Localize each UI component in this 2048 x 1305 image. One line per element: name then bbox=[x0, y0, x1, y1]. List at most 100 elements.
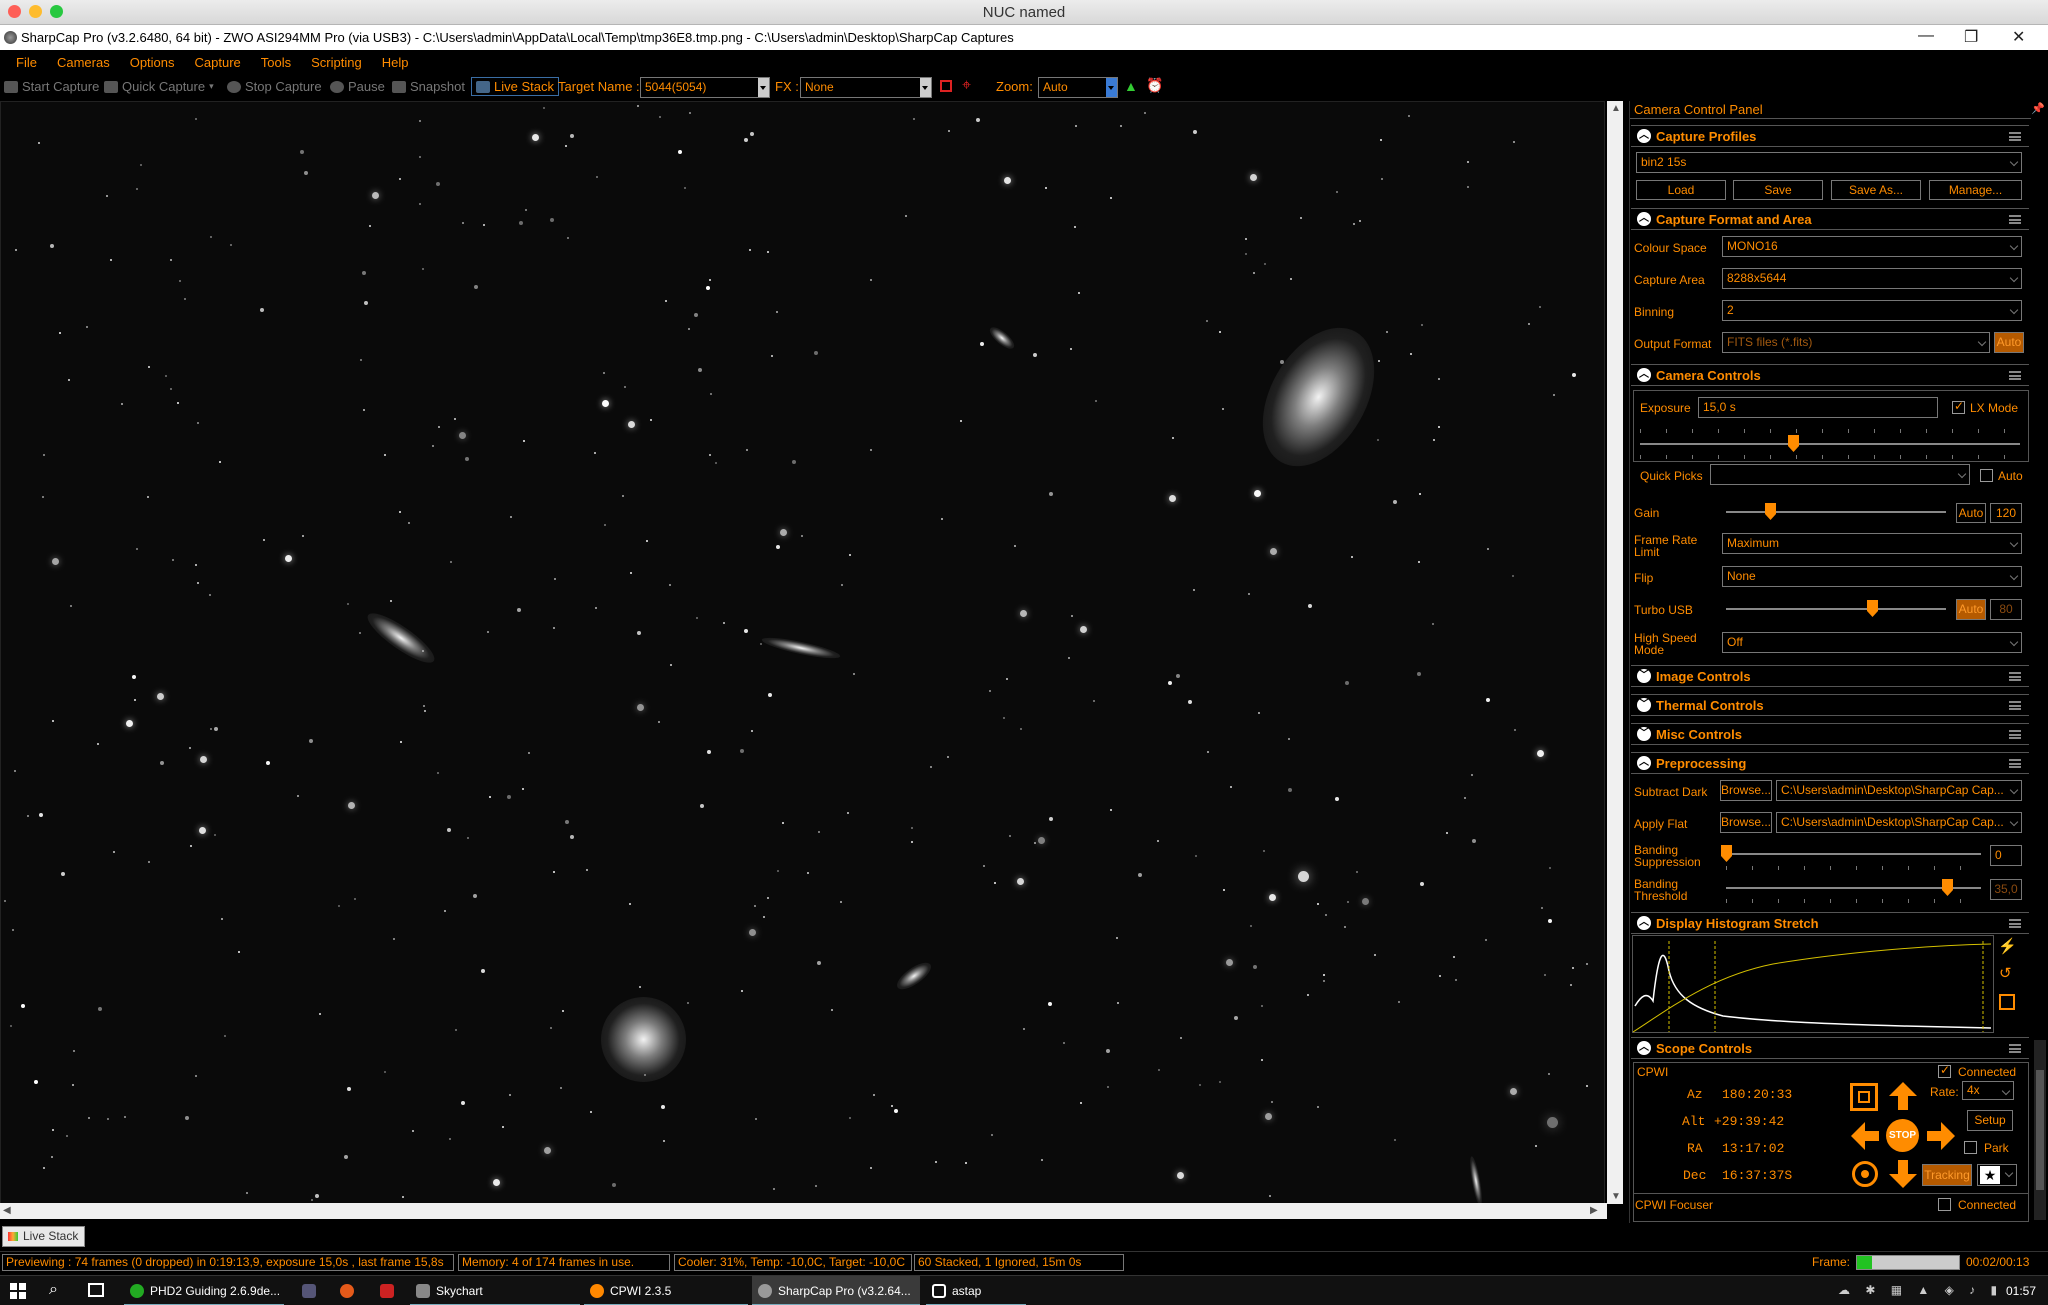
menu-tools[interactable]: Tools bbox=[261, 55, 291, 70]
grip-icon[interactable] bbox=[2009, 1044, 2021, 1053]
target-name-input[interactable]: 5044(5054) bbox=[640, 77, 770, 98]
browse-flat-button[interactable]: Browse... bbox=[1720, 812, 1772, 833]
horizontal-scrollbar[interactable]: ◀ ▶ bbox=[0, 1203, 1607, 1219]
grip-icon[interactable] bbox=[2009, 215, 2021, 224]
menu-file[interactable]: File bbox=[16, 55, 37, 70]
system-tray-icons[interactable]: ☁ ✱ ▦ ▲ ◈ ♪ ▮ bbox=[1838, 1283, 2003, 1297]
menu-options[interactable]: Options bbox=[130, 55, 175, 70]
flip-select[interactable]: None bbox=[1722, 566, 2022, 587]
banding-threshold-value[interactable]: 35,0 bbox=[1990, 879, 2022, 900]
grip-icon[interactable] bbox=[2009, 132, 2021, 141]
section-camera-controls[interactable]: ︿ Camera Controls bbox=[1631, 364, 2029, 386]
capture-area-select[interactable]: 8288x5644 bbox=[1722, 268, 2022, 289]
lx-mode-checkbox[interactable] bbox=[1952, 399, 1965, 414]
section-preprocessing[interactable]: ︿ Preprocessing bbox=[1631, 752, 2029, 774]
taskbar-app-icon[interactable] bbox=[296, 1276, 320, 1305]
chevron-down-icon[interactable] bbox=[920, 78, 931, 97]
grip-icon[interactable] bbox=[2009, 919, 2021, 928]
reset-icon[interactable]: ↺ bbox=[1999, 964, 2012, 982]
alarm-icon[interactable]: ⏰ bbox=[1146, 77, 1163, 94]
live-stack-button[interactable]: Live Stack bbox=[471, 77, 559, 96]
fx-select[interactable]: None bbox=[800, 77, 932, 98]
gain-auto-button[interactable]: Auto bbox=[1956, 503, 1986, 523]
menu-scripting[interactable]: Scripting bbox=[311, 55, 362, 70]
quick-picks-select[interactable] bbox=[1710, 464, 1970, 485]
binning-select[interactable]: 2 bbox=[1722, 300, 2022, 321]
gain-value-input[interactable]: 120 bbox=[1990, 503, 2022, 523]
taskbar-skychart[interactable]: Skychart bbox=[410, 1276, 580, 1305]
save-as-profile-button[interactable]: Save As... bbox=[1831, 180, 1921, 200]
expand-icon[interactable]: ﹀ bbox=[1637, 727, 1651, 741]
section-capture-profiles[interactable]: ︿ Capture Profiles bbox=[1631, 125, 2029, 147]
load-profile-button[interactable]: Load bbox=[1636, 180, 1726, 200]
close-icon[interactable]: ✕ bbox=[2012, 27, 2025, 47]
turbo-usb-slider[interactable] bbox=[1726, 608, 1946, 610]
taskbar-asi[interactable] bbox=[374, 1276, 398, 1305]
grip-icon[interactable] bbox=[2009, 672, 2021, 681]
grip-icon[interactable] bbox=[2009, 730, 2021, 739]
tracking-button[interactable]: Tracking bbox=[1922, 1164, 1972, 1186]
exposure-input[interactable]: 15,0 s bbox=[1698, 397, 1938, 418]
banding-suppression-value[interactable]: 0 bbox=[1990, 845, 2022, 866]
section-misc-controls[interactable]: ﹀ Misc Controls bbox=[1631, 723, 2029, 745]
turbo-usb-value[interactable]: 80 bbox=[1990, 599, 2022, 620]
taskbar-cpwi[interactable]: CPWI 2.3.5 bbox=[584, 1276, 748, 1305]
zoom-select[interactable]: Auto bbox=[1038, 77, 1118, 98]
chevron-down-icon[interactable]: ▾ bbox=[209, 81, 214, 92]
rate-select[interactable]: 4x bbox=[1962, 1081, 2014, 1100]
stop-button[interactable]: STOP bbox=[1886, 1119, 1919, 1152]
arrow-right-icon[interactable] bbox=[1926, 1121, 1956, 1151]
taskbar-firefox[interactable] bbox=[334, 1276, 358, 1305]
focuser-connected-checkbox[interactable] bbox=[1938, 1198, 1951, 1211]
menu-help[interactable]: Help bbox=[382, 55, 409, 70]
collapse-icon[interactable]: ︿ bbox=[1637, 1041, 1651, 1055]
taskbar-astap[interactable]: astap bbox=[926, 1276, 1026, 1305]
minimize-icon[interactable]: — bbox=[1918, 27, 1934, 45]
pin-icon[interactable]: 📌 bbox=[2031, 102, 2045, 115]
frame-rate-select[interactable]: Maximum bbox=[1722, 533, 2022, 554]
panel-scrollbar[interactable] bbox=[2034, 1040, 2046, 1220]
quick-picks-auto-checkbox[interactable] bbox=[1980, 469, 1993, 482]
start-capture-button[interactable]: Start Capture bbox=[4, 79, 99, 94]
histogram-display[interactable] bbox=[1632, 935, 1994, 1033]
gain-slider[interactable] bbox=[1726, 511, 1946, 513]
expand-icon[interactable]: ﹀ bbox=[1637, 669, 1651, 683]
save-icon[interactable] bbox=[1999, 994, 2015, 1010]
section-scope-controls[interactable]: ︿ Scope Controls bbox=[1631, 1037, 2029, 1059]
collapse-icon[interactable]: ︿ bbox=[1637, 916, 1651, 930]
vertical-scrollbar[interactable]: ▲ ▼ bbox=[1607, 101, 1623, 1204]
collapse-icon[interactable]: ︿ bbox=[1637, 368, 1651, 382]
chevron-down-icon[interactable] bbox=[758, 78, 769, 97]
collapse-icon[interactable]: ︿ bbox=[1637, 129, 1651, 143]
star-select[interactable]: ★ bbox=[1977, 1164, 2017, 1186]
pause-button[interactable]: Pause bbox=[330, 79, 385, 94]
park-checkbox[interactable] bbox=[1964, 1141, 1977, 1154]
menu-capture[interactable]: Capture bbox=[195, 55, 241, 70]
exposure-slider[interactable] bbox=[1640, 443, 2020, 445]
dark-path-select[interactable]: C:\Users\admin\Desktop\SharpCap Cap... bbox=[1776, 780, 2022, 801]
arrow-left-icon[interactable] bbox=[1850, 1121, 1880, 1151]
section-image-controls[interactable]: ﹀ Image Controls bbox=[1631, 665, 2029, 687]
selection-rectangle-icon[interactable] bbox=[940, 80, 952, 92]
banding-suppression-slider[interactable] bbox=[1726, 853, 1981, 855]
windows-start-icon[interactable] bbox=[10, 1283, 26, 1299]
collapse-icon[interactable]: ︿ bbox=[1637, 756, 1651, 770]
manage-profiles-button[interactable]: Manage... bbox=[1929, 180, 2022, 200]
home-target-icon[interactable] bbox=[1852, 1161, 1878, 1187]
taskbar-phd2[interactable]: PHD2 Guiding 2.6.9de... bbox=[124, 1276, 284, 1305]
high-speed-mode-select[interactable]: Off bbox=[1722, 632, 2022, 653]
flat-path-select[interactable]: C:\Users\admin\Desktop\SharpCap Cap... bbox=[1776, 812, 2022, 833]
grip-icon[interactable] bbox=[2009, 701, 2021, 710]
task-view-icon[interactable] bbox=[88, 1283, 104, 1297]
expand-icon[interactable]: ﹀ bbox=[1637, 698, 1651, 712]
arrow-down-icon[interactable] bbox=[1888, 1159, 1918, 1189]
connected-checkbox[interactable] bbox=[1938, 1063, 1951, 1078]
output-format-auto-button[interactable]: Auto bbox=[1994, 332, 2024, 353]
chevron-down-icon[interactable] bbox=[1106, 78, 1117, 97]
section-capture-format[interactable]: ︿ Capture Format and Area bbox=[1631, 208, 2029, 230]
menu-cameras[interactable]: Cameras bbox=[57, 55, 110, 70]
live-stack-tab[interactable]: Live Stack bbox=[2, 1226, 86, 1247]
sync-icon[interactable] bbox=[1850, 1083, 1878, 1111]
snapshot-button[interactable]: Snapshot bbox=[392, 79, 465, 94]
histogram-icon[interactable]: ▲ bbox=[1124, 78, 1138, 94]
